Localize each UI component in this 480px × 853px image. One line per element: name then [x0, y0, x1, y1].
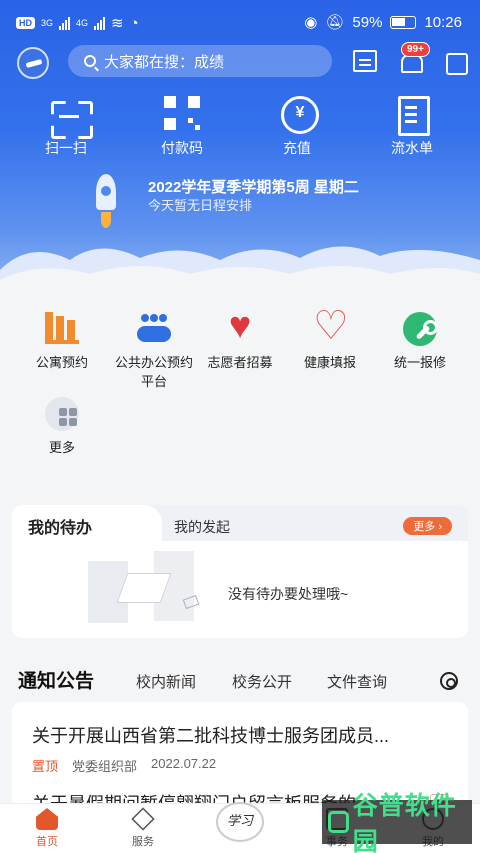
- search-placeholder: 大家都在搜：成绩: [104, 53, 225, 71]
- site-watermark: 谷普软件园: [322, 792, 472, 853]
- tab-campus-news[interactable]: 校内新闻: [136, 671, 196, 692]
- status-left: HD 3G 4G ≋ ◔: [16, 14, 139, 32]
- service-unified-repair[interactable]: 统一报修: [380, 312, 460, 371]
- empty-state-illustration: [88, 551, 218, 631]
- quick-scan-button[interactable]: 扫一扫: [26, 96, 106, 158]
- network-4g-label: 4G: [76, 18, 89, 28]
- notice-item-meta: 置顶 党委组织部 2022.07.22: [32, 756, 216, 775]
- service-volunteer-recruit[interactable]: 志愿者招募: [200, 306, 280, 371]
- nav-services[interactable]: 服务: [108, 807, 178, 849]
- meeting-room-icon: [137, 312, 171, 346]
- scan-icon: [46, 96, 86, 132]
- qr-code-icon: [162, 96, 202, 132]
- status-right: ◉ 🔕︎ 59% 10:26: [304, 13, 462, 32]
- network-3g-label: 3G: [41, 18, 54, 28]
- wifi-icon: ≋: [111, 15, 124, 32]
- empty-state-text: 没有待办要处理哦~: [228, 586, 349, 602]
- service-more[interactable]: 更多: [22, 397, 102, 456]
- hd-badge: HD: [16, 17, 35, 29]
- tab-my-initiated[interactable]: 我的发起: [174, 517, 230, 537]
- cube-icon: [131, 807, 155, 831]
- top-bar: 大家都在搜：成绩 99+: [0, 42, 480, 80]
- calendar-icon[interactable]: [353, 50, 377, 72]
- notice-date: 2022.07.22: [151, 756, 217, 771]
- tab-affairs-public[interactable]: 校务公开: [232, 671, 292, 692]
- tab-notices[interactable]: 通知公告: [18, 666, 94, 693]
- nav-services-label: 服务: [132, 836, 154, 848]
- eye-icon: ◉: [304, 14, 318, 31]
- todo-more-label: 更多: [413, 521, 436, 533]
- search-icon: [84, 55, 96, 67]
- nav-home[interactable]: 首页: [12, 808, 82, 849]
- health-heart-icon: [313, 306, 347, 346]
- battery-icon: [390, 15, 417, 29]
- home-icon: [36, 808, 58, 830]
- notice-dept: 党委组织部: [72, 759, 138, 774]
- watermark-logo-icon: [328, 811, 349, 833]
- receipt-icon: [392, 96, 432, 136]
- quick-recharge-button[interactable]: 充值: [257, 96, 337, 158]
- apartment-icon: [45, 312, 79, 346]
- skin-shirt-icon[interactable]: [443, 50, 468, 75]
- todo-more-button[interactable]: 更多 ›: [403, 517, 452, 535]
- service-label: 统一报修: [393, 355, 446, 370]
- service-apartment-booking[interactable]: 公寓预约: [22, 312, 102, 371]
- pinned-tag: 置顶: [32, 759, 59, 774]
- service-public-office-booking[interactable]: 公共办公预约平台: [110, 312, 198, 390]
- service-label: 公共办公预约平台: [114, 355, 193, 389]
- school-logo-icon[interactable]: [17, 47, 49, 79]
- watermark-text: 谷普软件园: [352, 792, 457, 853]
- quick-pay-label: 付款码: [161, 140, 203, 156]
- status-bar: HD 3G 4G ≋ ◔ ◉ 🔕︎ 59% 10:26: [0, 0, 480, 44]
- schedule-title[interactable]: 2022学年夏季学期第5周 星期二: [148, 176, 359, 197]
- quick-receipt-label: 流水单: [391, 140, 433, 156]
- message-icon: ◔: [129, 14, 139, 32]
- study-logo-icon: 学习: [216, 802, 264, 842]
- rocket-icon: [86, 174, 126, 234]
- service-health-report[interactable]: 健康填报: [290, 306, 370, 371]
- tab-file-search[interactable]: 文件查询: [327, 671, 387, 692]
- quick-pay-code-button[interactable]: 付款码: [142, 96, 222, 158]
- service-label: 志愿者招募: [207, 355, 273, 370]
- schedule-subtitle: 今天暂无日程安排: [148, 198, 253, 213]
- signal-icon-2: [94, 16, 106, 30]
- quick-recharge-label: 充值: [283, 140, 311, 156]
- settings-gear-icon[interactable]: [440, 672, 458, 690]
- clock: 10:26: [424, 13, 462, 31]
- notification-badge: 99+: [401, 42, 430, 57]
- wrench-icon: [403, 312, 438, 346]
- service-label: 健康填报: [303, 355, 356, 370]
- notice-item-title[interactable]: 关于开展山西省第二批科技博士服务团成员...: [32, 722, 452, 748]
- quick-scan-label: 扫一扫: [45, 140, 87, 156]
- cloud-decoration: [0, 246, 480, 290]
- quick-receipt-button[interactable]: 流水单: [372, 96, 452, 158]
- nav-study[interactable]: 学习: [205, 802, 275, 845]
- battery-percent: 59%: [352, 13, 383, 31]
- notice-tabs: 通知公告 校内新闻 校务公开 文件查询: [0, 662, 480, 698]
- volunteer-heart-icon: [223, 306, 257, 346]
- signal-icon: [59, 16, 71, 30]
- service-label: 更多: [48, 440, 75, 455]
- nav-home-label: 首页: [36, 836, 58, 848]
- search-input[interactable]: 大家都在搜：成绩: [68, 45, 332, 77]
- mute-icon: 🔕︎: [325, 14, 345, 31]
- todo-card: 我的待办 我的发起 更多 › 没有待办要处理哦~: [12, 505, 468, 638]
- todo-tabs: 我的待办 我的发起 更多 ›: [12, 505, 468, 541]
- tab-my-todo[interactable]: 我的待办: [12, 505, 162, 541]
- service-label: 公寓预约: [35, 355, 88, 370]
- more-grid-icon: [45, 397, 79, 431]
- recharge-icon: [277, 96, 319, 134]
